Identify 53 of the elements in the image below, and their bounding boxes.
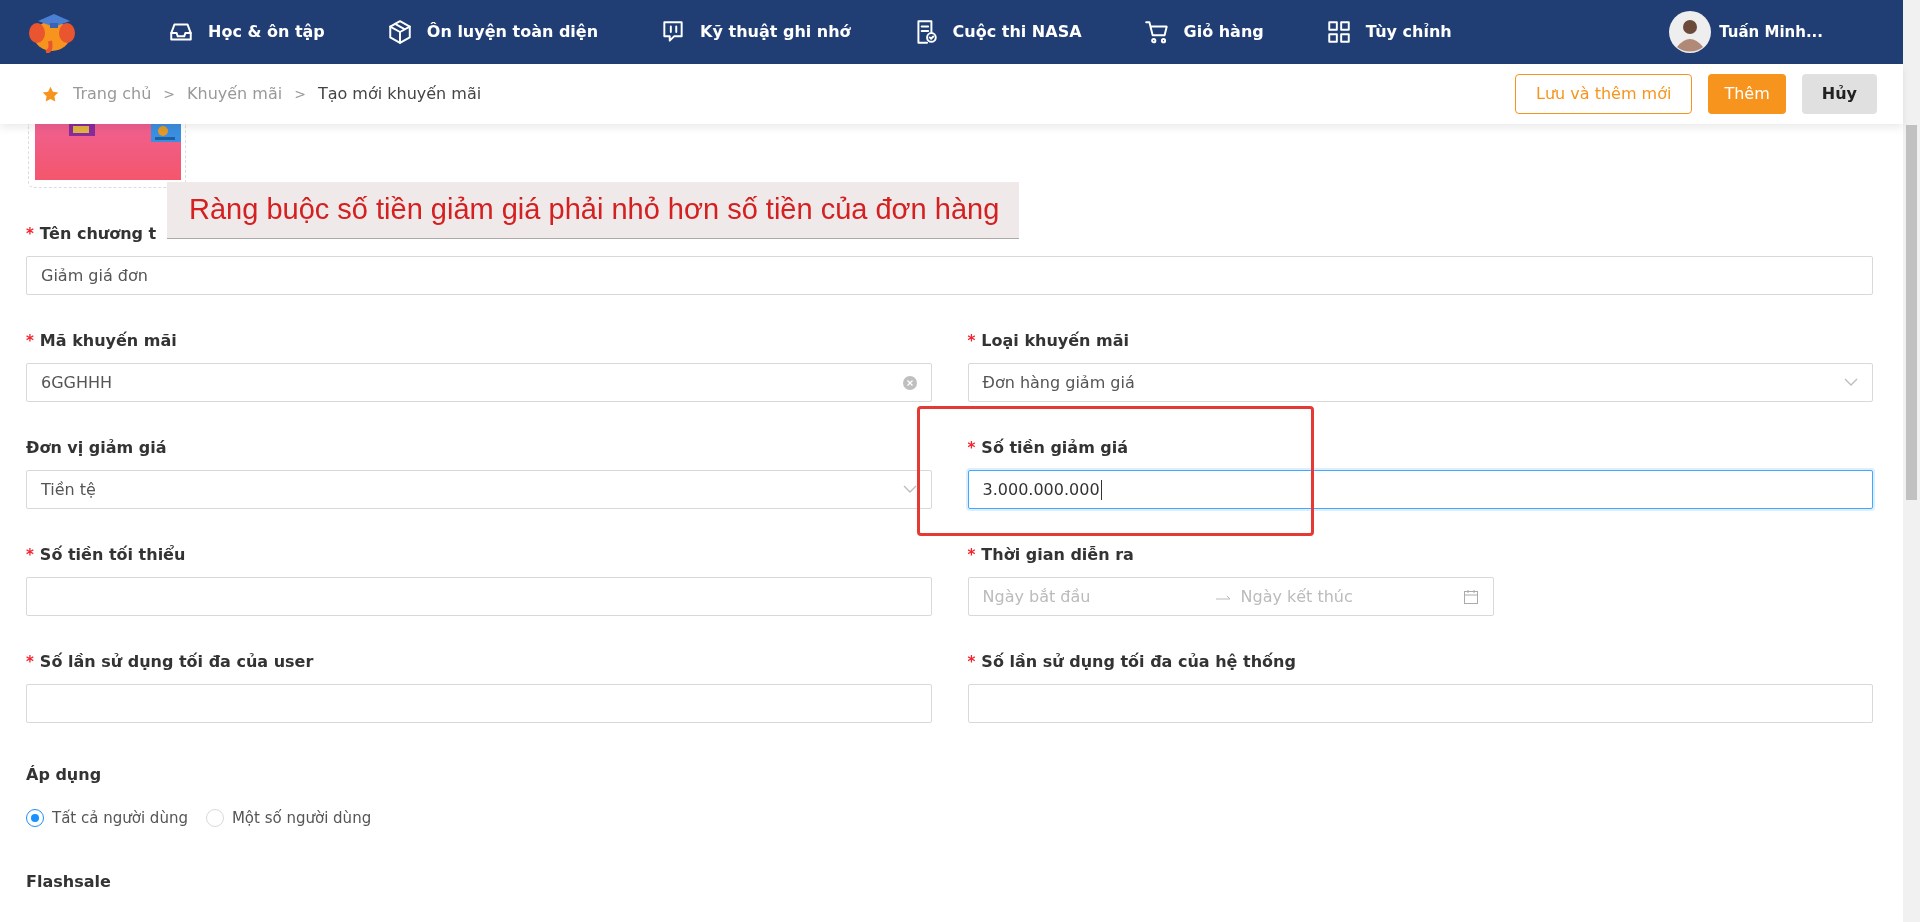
field-label: Mã khuyến mãi [39, 330, 177, 352]
nav-link[interactable]: Tùy chỉnh [1325, 19, 1452, 45]
field-label: Số tiền giảm giá [981, 437, 1129, 459]
input-field[interactable]: 6GGHHH [26, 363, 932, 402]
required-mark: * [26, 651, 34, 673]
cube-icon [386, 19, 413, 45]
select-field[interactable]: Tiền tệ [26, 470, 932, 509]
image-upload-frame[interactable] [28, 124, 186, 188]
field-label: Số tiền tối thiểu [39, 544, 186, 566]
grid-icon [1325, 19, 1352, 45]
star-icon [42, 85, 59, 103]
clear-icon[interactable] [902, 375, 917, 390]
input-field[interactable] [26, 684, 932, 723]
field-label: Số lần sử dụng tối đa của hệ thống [981, 651, 1296, 673]
field-label: Tên chương t [39, 223, 157, 245]
input-field[interactable]: Giảm giá đơn [26, 256, 1873, 295]
required-mark: * [26, 223, 34, 245]
calendar-icon [1462, 588, 1479, 605]
breadcrumb-separator: > [163, 84, 175, 104]
breadcrumb-separator: > [294, 84, 306, 104]
input-field[interactable] [967, 684, 1873, 723]
required-mark: * [967, 330, 976, 352]
nav-link[interactable]: Cuộc thi NASA [912, 19, 1082, 45]
select-field[interactable]: Đơn hàng giảm giá [967, 363, 1873, 402]
chevron-down-icon [1844, 378, 1858, 387]
field-label: Thời gian diễn ra [981, 544, 1134, 566]
required-mark: * [26, 330, 34, 352]
breadcrumb-current: Tạo mới khuyến mãi [317, 83, 482, 105]
logo-icon[interactable] [28, 11, 76, 53]
required-mark: * [967, 437, 976, 459]
section-title: Flashsale [26, 870, 112, 893]
required-mark: * [967, 544, 976, 566]
radio-option[interactable]: Tất cả người dùng [26, 807, 188, 830]
input-field[interactable]: 3.000.000.000 [967, 470, 1873, 509]
field-label: Số lần sử dụng tối đa của user [39, 651, 314, 673]
required-mark: * [26, 544, 34, 566]
field-label: Đơn vị giảm giá [26, 437, 167, 459]
input-field[interactable] [26, 577, 932, 616]
required-mark: * [967, 651, 976, 673]
cart-icon [1143, 19, 1170, 45]
field-label: Loại khuyến mãi [981, 330, 1129, 352]
radio-option[interactable]: Một số người dùng [205, 807, 372, 830]
avatar[interactable] [1669, 11, 1712, 53]
nav-link[interactable]: Học & ôn tập [168, 19, 325, 45]
annotation-callout: Ràng buộc số tiền giảm giá phải nhỏ hơn số tiền của đơn hàng [167, 182, 1019, 238]
cancel-button[interactable]: Hủy [1801, 74, 1877, 114]
section-title: Áp dụng [26, 764, 103, 786]
nav-link[interactable]: Giỏ hàng [1143, 19, 1264, 45]
user-name[interactable]: Tuấn Minh... [1719, 20, 1823, 44]
scrollbar[interactable] [1903, 0, 1920, 922]
nav-link[interactable]: Kỹ thuật ghi nhớ [660, 19, 851, 45]
nav-link[interactable]: Ôn luyện toàn diện [386, 19, 599, 45]
chevron-down-icon [902, 485, 917, 494]
